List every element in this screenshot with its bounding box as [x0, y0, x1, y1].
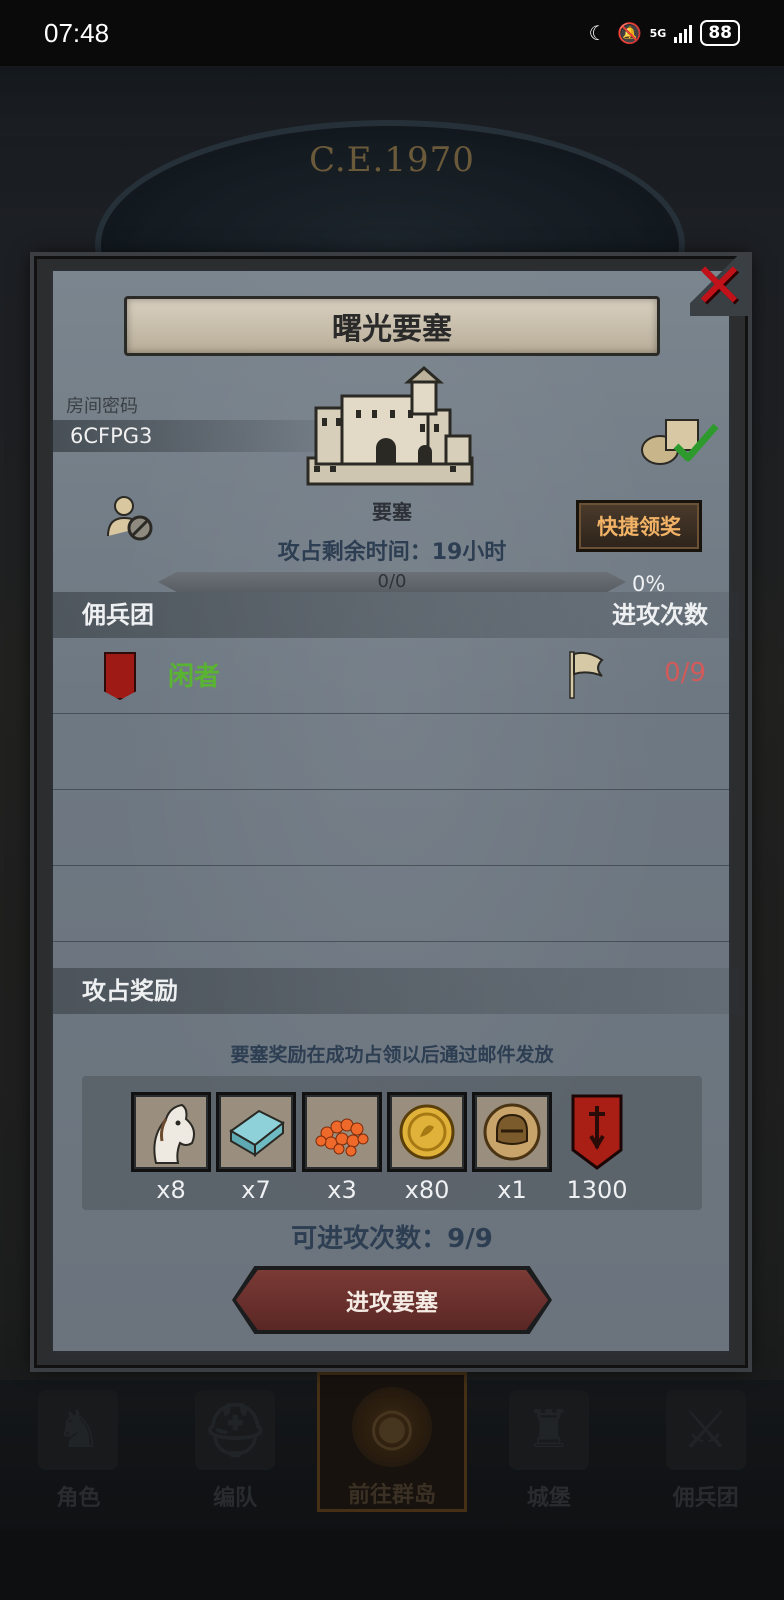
rewards-header-label: 攻占奖励 — [82, 977, 178, 1005]
reward-item[interactable]: 1300 — [557, 1092, 637, 1204]
battery-indicator: 88 — [700, 20, 740, 46]
status-bar: 07:48 ☾ 🔕 5G 88 — [0, 0, 784, 66]
quick-claim-button[interactable]: 快捷领奖 — [576, 500, 702, 552]
attack-count: 0/9 — [664, 658, 706, 688]
empty-row — [52, 714, 738, 790]
remaining-attacks: 可进攻次数：9/9 — [291, 1224, 493, 1254]
close-icon: ✕ — [693, 249, 745, 322]
mercenary-header-label: 佣兵团 — [82, 601, 154, 629]
reward-item[interactable]: x8 — [131, 1092, 211, 1204]
fish-roe-icon — [302, 1092, 382, 1172]
reward-quantity: x3 — [327, 1176, 357, 1204]
reward-quantity: x7 — [241, 1176, 271, 1204]
loot-sack-check-icon[interactable] — [636, 412, 722, 468]
reward-note: 要塞奖励在成功占领以后通过邮件发放 — [230, 1044, 554, 1066]
flag-icon — [569, 651, 604, 699]
cloth-icon — [216, 1092, 296, 1172]
progress-text: 0/0 — [377, 571, 407, 592]
mercenary-section-header: 佣兵团 进攻次数 — [52, 592, 738, 638]
empty-row — [52, 866, 738, 942]
reward-item[interactable]: x3 — [302, 1092, 382, 1204]
bell-muted-icon: 🔕 — [617, 21, 643, 45]
dialog-title: 曙光要塞 — [124, 296, 660, 356]
mercenary-row[interactable]: 闲者 0/9 — [52, 638, 738, 714]
empty-row — [52, 790, 738, 866]
gold-coin-icon — [387, 1092, 467, 1172]
reward-quantity: x80 — [404, 1176, 450, 1204]
rewards-section-header: 攻占奖励 — [52, 968, 738, 1014]
guild-emblem-icon — [557, 1092, 637, 1172]
network-label: 5G — [649, 26, 667, 40]
reward-item[interactable]: x1 — [472, 1092, 552, 1204]
signal-icon — [674, 23, 693, 43]
close-button[interactable]: ✕ — [690, 249, 748, 322]
reward-quantity: x8 — [156, 1176, 186, 1204]
reward-item[interactable]: x7 — [216, 1092, 296, 1204]
user-blocked-icon[interactable] — [104, 494, 156, 542]
status-time: 07:48 — [44, 17, 110, 48]
guild-banner-icon — [104, 652, 136, 700]
reward-item[interactable]: x80 — [387, 1092, 467, 1204]
knight-helmet-icon — [472, 1092, 552, 1172]
status-icons: ☾ 🔕 5G 88 — [586, 20, 740, 46]
moon-icon: ☾ — [588, 21, 607, 45]
room-code[interactable]: 6CFPG3 — [52, 420, 342, 452]
attack-count-header-label: 进攻次数 — [612, 601, 708, 629]
fortress-icon — [306, 366, 474, 486]
attack-fortress-button[interactable]: 进攻要塞 — [236, 1270, 548, 1330]
guild-name: 闲者 — [168, 662, 221, 692]
reward-quantity: x1 — [497, 1176, 527, 1204]
room-code-label: 房间密码 — [66, 396, 138, 417]
reward-quantity: 1300 — [566, 1176, 628, 1204]
horse-icon — [131, 1092, 211, 1172]
